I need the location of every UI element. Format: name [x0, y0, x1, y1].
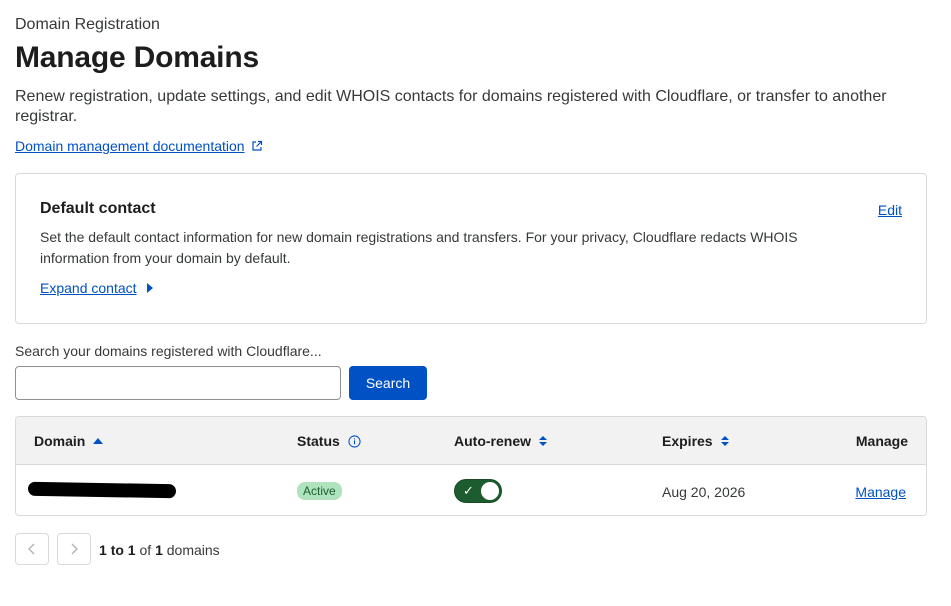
pagination-to: 1	[127, 542, 136, 558]
manage-domain-link[interactable]: Manage	[855, 484, 906, 500]
search-button[interactable]: Search	[349, 366, 427, 400]
check-icon: ✓	[463, 483, 474, 498]
pagination-unit: domains	[166, 542, 220, 558]
search-input[interactable]	[15, 366, 341, 400]
expires-date: Aug 20, 2026	[662, 484, 746, 500]
manage-domains-page: Domain Registration Manage Domains Renew…	[0, 0, 951, 606]
breadcrumb: Domain Registration	[15, 16, 160, 33]
search-label: Search your domains registered with Clou…	[15, 343, 322, 359]
previous-page-button[interactable]	[15, 533, 49, 565]
column-header-expires-label: Expires	[662, 433, 713, 449]
chevron-left-icon	[28, 543, 35, 555]
column-header-manage-label: Manage	[855, 433, 908, 449]
column-header-status-label: Status	[297, 433, 340, 449]
documentation-link-label: Domain management documentation	[15, 138, 245, 154]
info-icon[interactable]	[348, 434, 361, 448]
pagination-total: 1	[155, 542, 163, 558]
toggle-knob	[481, 482, 499, 500]
documentation-link[interactable]: Domain management documentation	[15, 138, 263, 154]
page-title: Manage Domains	[15, 41, 259, 74]
default-contact-card: Default contact Edit Set the default con…	[15, 173, 927, 324]
domains-table: Domain Status Auto-renew Expires Manage …	[15, 416, 927, 516]
external-link-icon	[251, 140, 262, 151]
column-header-auto-renew[interactable]: Auto-renew	[454, 433, 547, 449]
column-header-expires[interactable]: Expires	[662, 433, 729, 449]
pagination-summary: 1 to 1 of 1 domains	[99, 542, 220, 558]
column-header-manage: Manage	[856, 433, 908, 449]
column-header-auto-renew-label: Auto-renew	[454, 433, 531, 449]
edit-contact-link[interactable]: Edit	[878, 202, 902, 218]
column-header-domain-label: Domain	[34, 433, 86, 449]
page-description: Renew registration, update settings, and…	[15, 88, 887, 125]
default-contact-description: Set the default contact information for …	[40, 229, 798, 266]
pagination-to-word: to	[110, 542, 124, 558]
sort-icon	[539, 436, 547, 446]
caret-right-icon	[146, 283, 153, 293]
sort-icon	[720, 436, 729, 446]
status-badge: Active	[297, 482, 342, 500]
sort-ascending-icon	[93, 438, 104, 444]
table-header: Domain Status Auto-renew Expires Manage	[16, 417, 926, 465]
redacted-domain-name	[27, 481, 177, 499]
auto-renew-toggle[interactable]: ✓	[454, 479, 502, 503]
expand-contact-button[interactable]: Expand contact	[40, 280, 153, 296]
default-contact-title: Default contact	[40, 200, 156, 217]
pagination-of-word: of	[139, 542, 152, 558]
table-row: Active ✓ Aug 20, 2026 Manage	[16, 465, 926, 515]
pagination-from: 1	[99, 542, 107, 558]
next-page-button[interactable]	[57, 533, 91, 565]
column-header-status: Status	[297, 433, 361, 449]
chevron-right-icon	[71, 543, 78, 555]
column-header-domain[interactable]: Domain	[34, 433, 104, 449]
expand-contact-label: Expand contact	[40, 280, 137, 296]
